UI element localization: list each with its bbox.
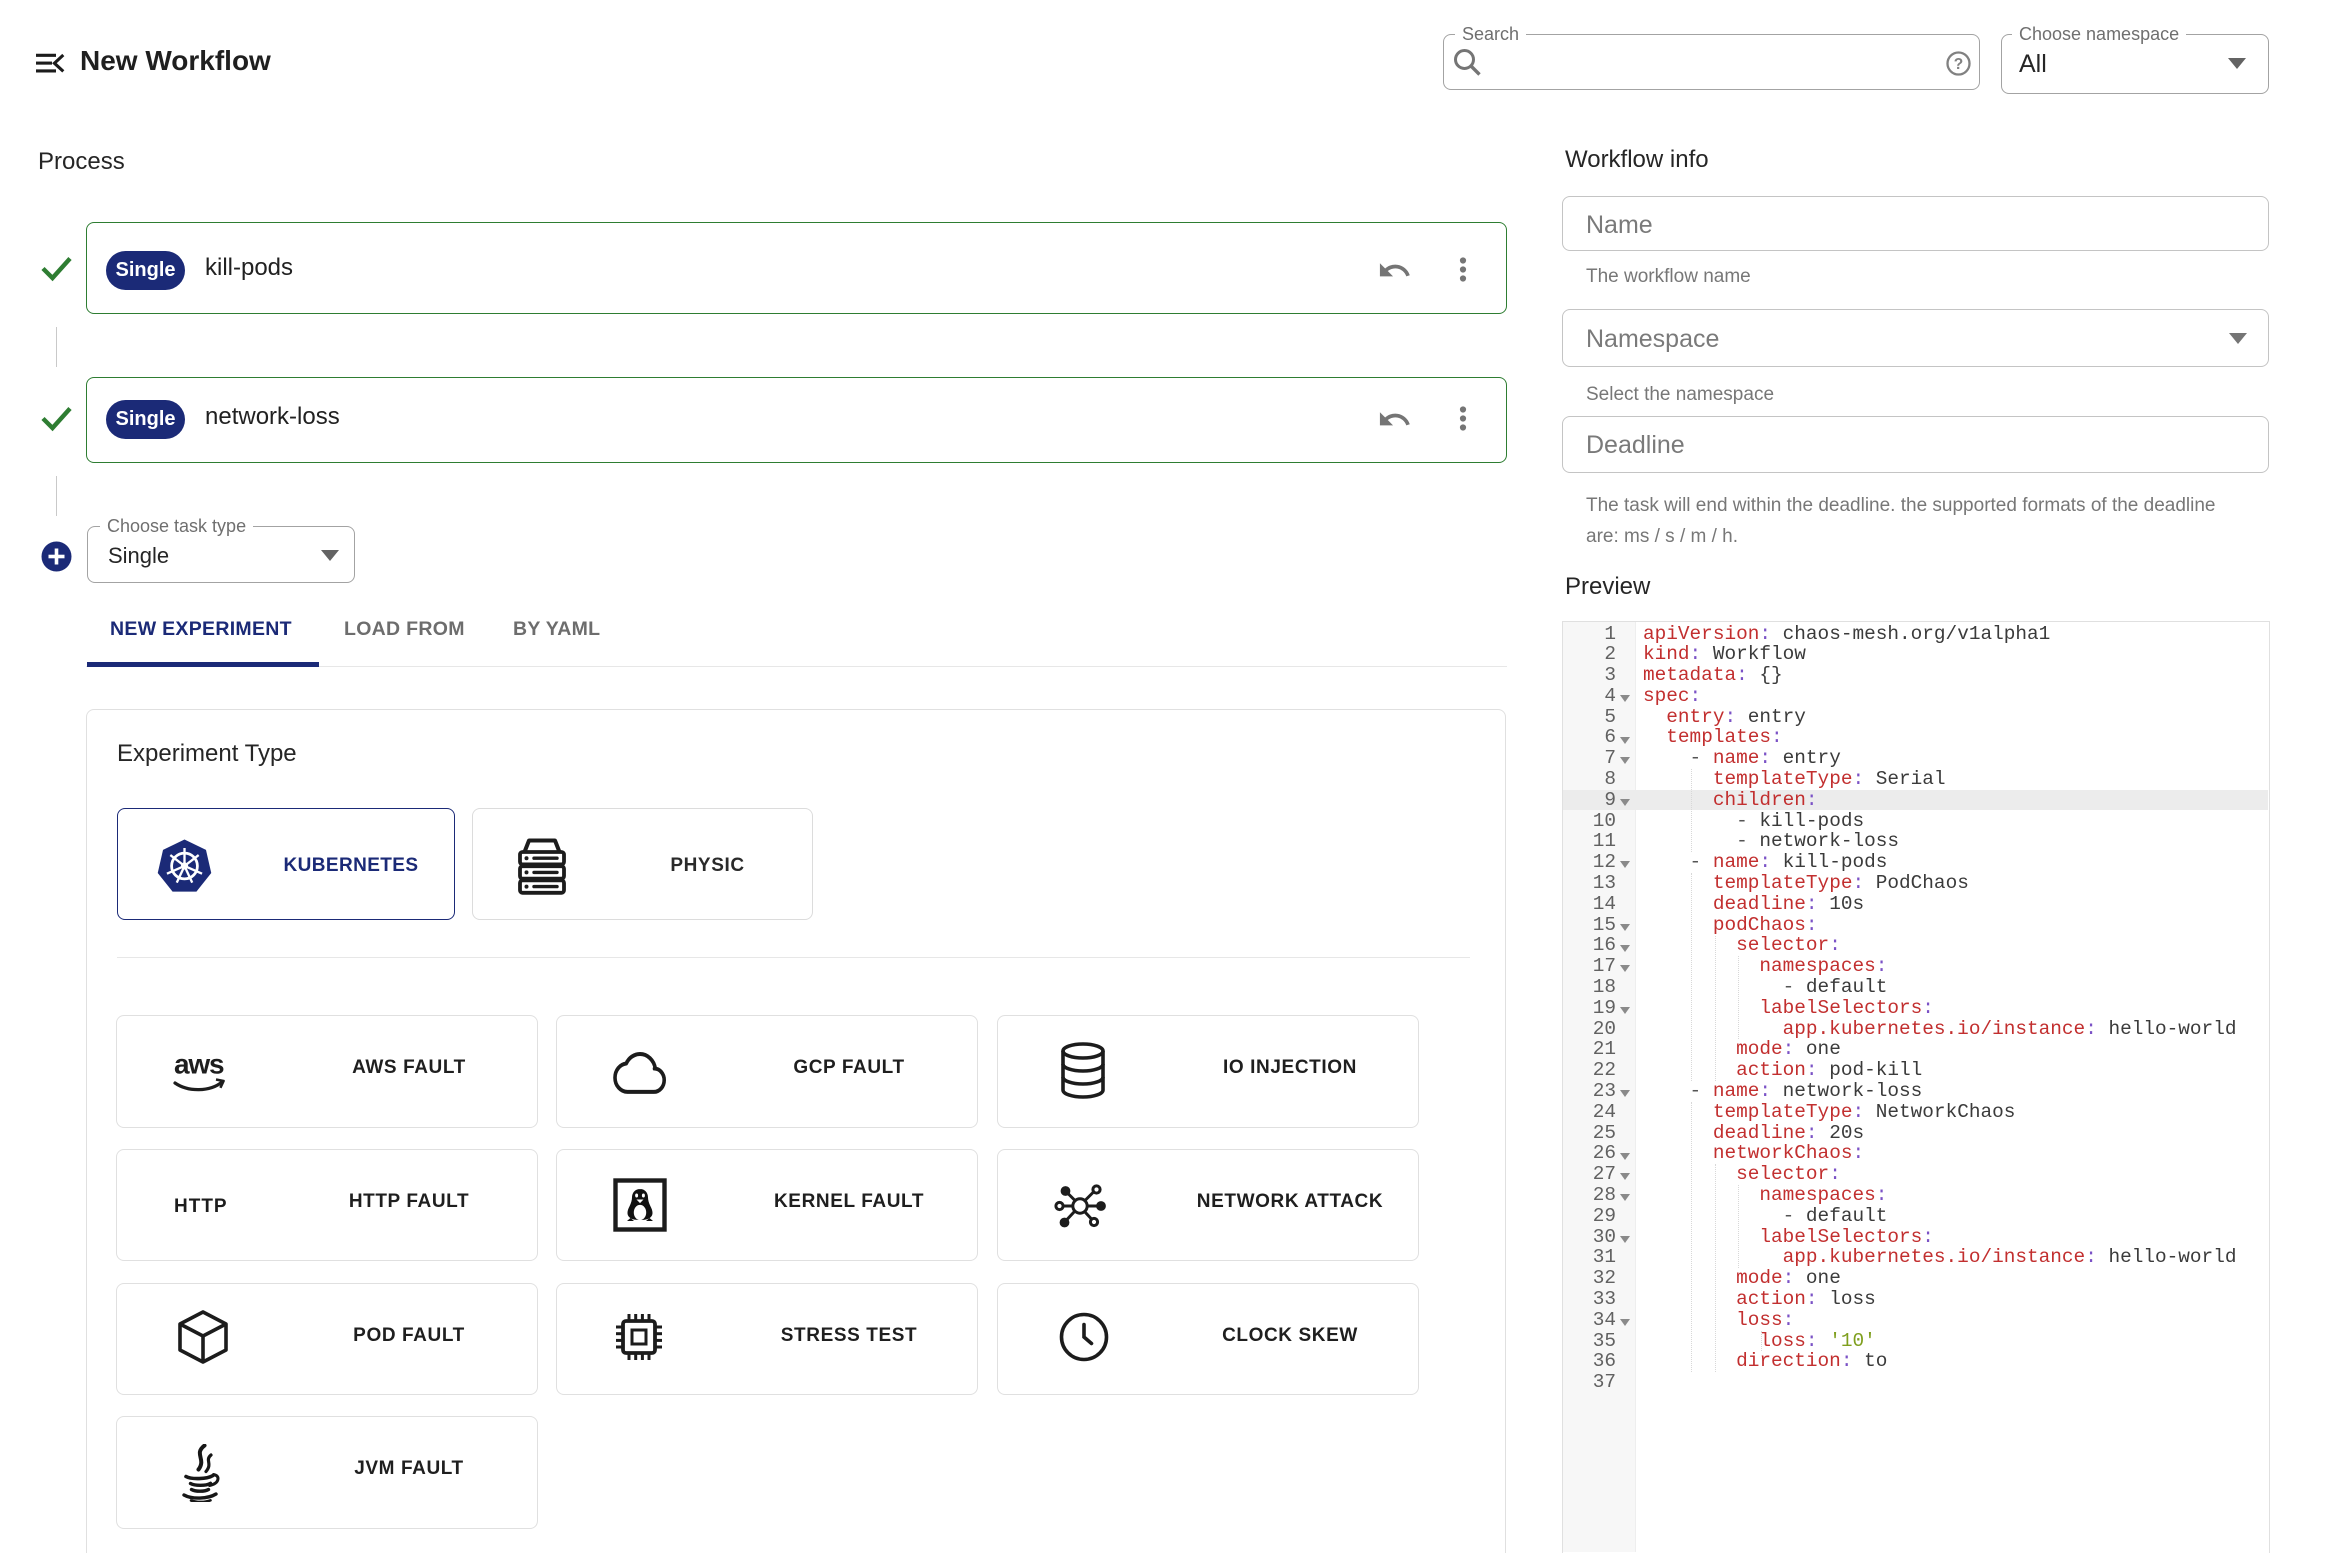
svg-text:aws: aws: [174, 1049, 224, 1080]
svg-text:?: ?: [1954, 56, 1963, 73]
